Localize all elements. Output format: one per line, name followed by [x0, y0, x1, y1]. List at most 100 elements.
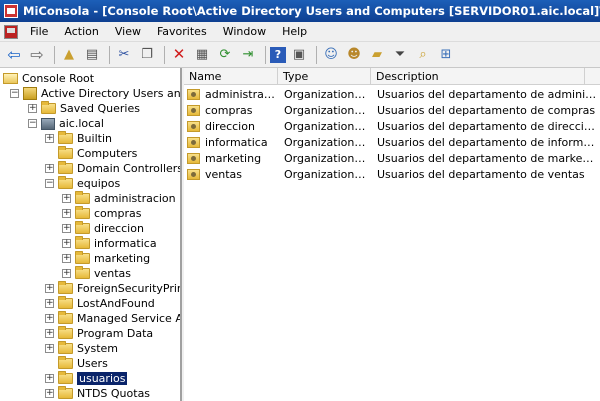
tree-item[interactable]: + ventas: [62, 266, 131, 281]
tree-item-label: Active Directory Users and Co: [41, 87, 181, 100]
tree-item[interactable]: + Builtin: [45, 131, 112, 146]
tree-item[interactable]: + Program Data: [45, 326, 153, 341]
organizational-unit-icon: [187, 137, 200, 148]
cell-description: Usuarios del departamento de ventas: [377, 168, 585, 181]
expand-icon[interactable]: +: [62, 224, 71, 233]
export-list-icon[interactable]: ⇥: [238, 45, 258, 65]
tree-item[interactable]: + direccion: [62, 221, 144, 236]
expand-icon[interactable]: +: [62, 269, 71, 278]
up-folder-icon[interactable]: ▲: [59, 45, 79, 65]
add-to-group-icon[interactable]: ⊞: [436, 45, 456, 65]
list-item[interactable]: ventas Organizational ... Usuarios del dep…: [184, 167, 600, 183]
tree-item-label: administracion: [94, 192, 176, 205]
expand-icon[interactable]: +: [45, 329, 54, 338]
tree-item[interactable]: + LostAndFound: [45, 296, 155, 311]
tree-item[interactable]: − equipos: [45, 176, 120, 191]
properties-icon[interactable]: ▦: [192, 45, 212, 65]
mmc-app-icon[interactable]: [4, 4, 18, 18]
tree-item[interactable]: + System: [45, 341, 118, 356]
new-ou-icon[interactable]: ▰: [367, 45, 387, 65]
tree-item[interactable]: Users: [45, 356, 108, 371]
tree-item[interactable]: + Domain Controllers: [45, 161, 180, 176]
tree-item[interactable]: + compras: [62, 206, 141, 221]
copy-icon[interactable]: ❐: [137, 45, 157, 65]
tree-item-label: direccion: [94, 222, 144, 235]
expand-icon[interactable]: +: [45, 164, 54, 173]
forward-icon[interactable]: ⇨: [27, 45, 47, 65]
column-header-type[interactable]: Type: [278, 68, 371, 85]
expand-icon[interactable]: +: [28, 104, 37, 113]
menu-bar: File Action View Favorites Window Help: [0, 22, 600, 42]
list-item[interactable]: marketing Organizational ... Usuarios del …: [184, 151, 600, 167]
tree-item[interactable]: + NTDS Quotas: [45, 386, 150, 401]
toolbar-separator: [54, 45, 55, 64]
expand-icon[interactable]: +: [45, 374, 54, 383]
tree-item-label: ForeignSecurityPrincip: [77, 282, 180, 295]
tree-item[interactable]: + ForeignSecurityPrincip: [45, 281, 180, 296]
tree-item-label: aic.local: [59, 117, 104, 130]
new-group-icon[interactable]: ☻: [344, 45, 364, 65]
list-item[interactable]: administracion Organizational ... Usuarios…: [184, 87, 600, 103]
cell-name: ventas: [205, 168, 243, 181]
list-item[interactable]: compras Organizational ... Usuarios del de…: [184, 103, 600, 119]
cell-description: Usuarios del departamento de informatica: [377, 136, 597, 149]
list-item[interactable]: informatica Organizational ... Usuarios de…: [184, 135, 600, 151]
system-menu-icon[interactable]: [4, 24, 18, 39]
filter-icon[interactable]: ⏷: [390, 45, 410, 65]
menu-action[interactable]: Action: [56, 22, 106, 42]
column-header-name[interactable]: Name: [184, 68, 278, 85]
expand-icon[interactable]: +: [62, 209, 71, 218]
collapse-icon[interactable]: −: [28, 119, 37, 128]
console-tree[interactable]: Console Root − Active Directory Users and …: [0, 68, 182, 401]
menu-help[interactable]: Help: [274, 22, 315, 42]
tree-item-label: NTDS Quotas: [77, 387, 151, 400]
expand-icon[interactable]: +: [62, 254, 71, 263]
menu-file[interactable]: File: [22, 22, 56, 42]
tree-item[interactable]: Console Root: [3, 71, 94, 86]
tree-item[interactable]: − aic.local: [28, 116, 104, 131]
back-icon[interactable]: ⇦: [4, 45, 24, 65]
folder-icon: [58, 341, 73, 354]
menu-favorites[interactable]: Favorites: [149, 22, 215, 42]
expand-icon[interactable]: +: [45, 314, 54, 323]
expand-icon[interactable]: +: [45, 344, 54, 353]
folder-icon: [58, 131, 73, 144]
tree-item-label: equipos: [77, 177, 121, 190]
tree-item-label: Managed Service Acco: [77, 312, 182, 325]
organizational-unit-icon: [187, 153, 200, 164]
expand-icon[interactable]: +: [62, 194, 71, 203]
tree-item[interactable]: + Saved Queries: [28, 101, 140, 116]
view-icon[interactable]: ▣: [289, 45, 309, 65]
toolbar-separator: [164, 45, 165, 64]
tree-item[interactable]: + administracion: [62, 191, 176, 206]
show-hide-tree-icon[interactable]: ▤: [82, 45, 102, 65]
column-header-description[interactable]: Description: [371, 68, 585, 85]
results-list[interactable]: Name Type Description administracion Orga…: [184, 68, 600, 401]
tree-item[interactable]: Computers: [45, 146, 137, 161]
tree-item[interactable]: + usuarios: [45, 371, 128, 386]
help-icon[interactable]: ?: [270, 46, 286, 63]
collapse-icon[interactable]: −: [10, 89, 19, 98]
expand-icon[interactable]: +: [62, 239, 71, 248]
menu-view[interactable]: View: [107, 22, 149, 42]
cell-name: informatica: [205, 136, 268, 149]
expand-icon[interactable]: +: [45, 134, 54, 143]
expand-icon[interactable]: +: [45, 299, 54, 308]
tree-item[interactable]: + marketing: [62, 251, 150, 266]
new-user-icon[interactable]: ☺: [321, 45, 341, 65]
expand-icon[interactable]: +: [45, 284, 54, 293]
title-bar[interactable]: MiConsola - [Console Root\Active Directo…: [0, 0, 600, 22]
find-icon[interactable]: ⌕: [413, 45, 433, 65]
tree-item[interactable]: − Active Directory Users and Co: [10, 86, 181, 101]
expand-icon[interactable]: +: [45, 389, 54, 398]
tree-item[interactable]: + Managed Service Acco: [45, 311, 182, 326]
menu-window[interactable]: Window: [215, 22, 274, 42]
delete-icon[interactable]: ✕: [169, 45, 189, 65]
tree-item[interactable]: + informatica: [62, 236, 157, 251]
refresh-icon[interactable]: ⟳: [215, 45, 235, 65]
list-item[interactable]: direccion Organizational ... Usuarios del …: [184, 119, 600, 135]
collapse-icon[interactable]: −: [45, 179, 54, 188]
cut-icon[interactable]: ✂: [114, 45, 134, 65]
organizational-unit-icon: [187, 169, 200, 180]
